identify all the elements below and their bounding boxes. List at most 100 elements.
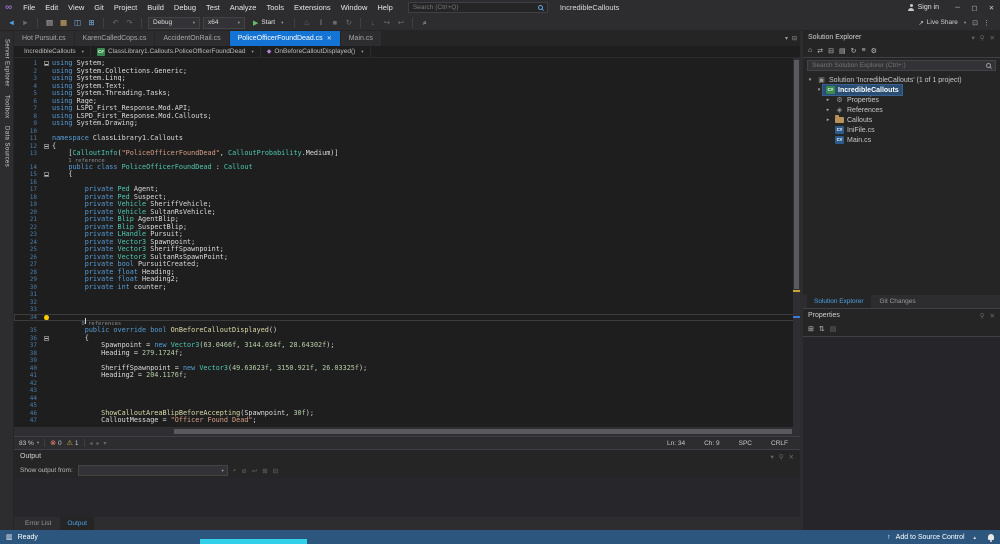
- quick-search-input[interactable]: [413, 4, 538, 11]
- show-all-files-icon[interactable]: ▤: [839, 47, 846, 55]
- breadcrumb-project[interactable]: IncredibleCallouts ▾: [18, 46, 91, 57]
- tab-main-cs[interactable]: Main.cs: [341, 31, 382, 46]
- lightbulb-icon[interactable]: [44, 315, 49, 320]
- expander-icon[interactable]: ▸: [824, 117, 832, 123]
- clear-all-icon[interactable]: ⊘: [241, 467, 246, 475]
- code-line[interactable]: 13 [CalloutInfo("PoliceOfficerFoundDead"…: [14, 150, 800, 158]
- pin-icon[interactable]: ⚲: [779, 453, 784, 461]
- error-count[interactable]: ⊗ 0: [50, 439, 62, 447]
- start-debugging-button[interactable]: ▶Start▾: [248, 17, 288, 29]
- warning-count[interactable]: ⚠ 1: [67, 439, 79, 447]
- tab-karencalledcops-cs[interactable]: KarenCalledCops.cs: [75, 31, 156, 46]
- alphabetical-icon[interactable]: ⇅: [819, 325, 825, 333]
- fold-marker[interactable]: [44, 336, 49, 341]
- minimize-button[interactable]: ─: [949, 0, 966, 15]
- close-icon[interactable]: ✕: [990, 312, 995, 320]
- back-icon[interactable]: ◄: [6, 18, 17, 27]
- menu-file[interactable]: File: [18, 3, 40, 12]
- breadcrumb-type[interactable]: C# ClassLibrary1.Callouts.PoliceOfficerF…: [91, 46, 261, 57]
- menu-build[interactable]: Build: [142, 3, 169, 12]
- menu-window[interactable]: Window: [336, 3, 373, 12]
- undo-icon[interactable]: ↶: [110, 18, 121, 27]
- tab-policeofficerfounddead-cs[interactable]: PoliceOfficerFoundDead.cs✕: [230, 31, 341, 46]
- new-file-icon[interactable]: ▤: [44, 18, 55, 27]
- code-line[interactable]: 3using System.Linq;: [14, 75, 800, 83]
- side-tab-server-explorer[interactable]: Server Explorer: [4, 39, 10, 87]
- platform-dropdown[interactable]: x64▾: [203, 17, 245, 29]
- menu-project[interactable]: Project: [109, 3, 142, 12]
- line-indicator[interactable]: Ln: 34: [660, 440, 692, 447]
- expander-icon[interactable]: ▾: [806, 77, 814, 83]
- save-all-icon[interactable]: ⊞: [86, 18, 97, 27]
- switch-views-icon[interactable]: ⇄: [817, 47, 823, 55]
- expander-icon[interactable]: ▸: [824, 107, 832, 113]
- menu-edit[interactable]: Edit: [40, 3, 63, 12]
- line-ending-indicator[interactable]: CRLF: [764, 440, 795, 447]
- code-line[interactable]: 31: [14, 291, 800, 299]
- active-files-dropdown-icon[interactable]: ▾: [785, 35, 788, 42]
- expand-all-icon[interactable]: ⊞: [262, 467, 267, 475]
- code-line[interactable]: 30 private int counter;: [14, 284, 800, 292]
- code-line[interactable]: 41 Heading2 = 204.1176f;: [14, 372, 800, 380]
- property-pages-icon[interactable]: ▤: [830, 325, 837, 333]
- code-line[interactable]: 2using System.Collections.Generic;: [14, 68, 800, 76]
- code-line[interactable]: 47 CalloutMessage = "Officer Found Dead"…: [14, 417, 800, 425]
- home-icon[interactable]: ⌂: [808, 47, 812, 54]
- tree-item[interactable]: ▸◈References: [803, 105, 1000, 115]
- save-icon[interactable]: ◫: [72, 18, 83, 27]
- tab-accidentonrail-cs[interactable]: AccidentOnRail.cs: [155, 31, 229, 46]
- menu-analyze[interactable]: Analyze: [225, 3, 262, 12]
- code-line[interactable]: 9using System.Drawing;: [14, 120, 800, 128]
- code-line[interactable]: 33: [14, 306, 800, 314]
- restart-icon[interactable]: ↻: [343, 18, 354, 27]
- break-all-icon[interactable]: ‖: [315, 18, 326, 27]
- tab-hot-pursuit-cs[interactable]: Hot Pursuit.cs: [14, 31, 75, 46]
- menu-view[interactable]: View: [63, 3, 89, 12]
- sign-in-button[interactable]: Sign in: [918, 4, 939, 11]
- find-in-files-icon[interactable]: ⌕: [419, 18, 430, 28]
- fold-marker[interactable]: [44, 172, 49, 177]
- vertical-scrollbar-thumb[interactable]: [794, 60, 799, 289]
- collapse-all-icon[interactable]: ⊟: [273, 467, 278, 475]
- output-content[interactable]: [14, 478, 800, 517]
- step-into-icon[interactable]: ↓: [367, 18, 378, 27]
- output-source-dropdown[interactable]: ▾: [78, 465, 228, 476]
- whitespace-indicator[interactable]: SPC: [732, 440, 759, 447]
- close-button[interactable]: ✕: [983, 0, 1000, 15]
- close-icon[interactable]: ✕: [789, 453, 794, 461]
- code-line[interactable]: 11namespace ClassLibrary1.Callouts: [14, 135, 800, 143]
- tree-item[interactable]: ▸Callouts: [803, 115, 1000, 125]
- tree-item[interactable]: ▸⚙Properties: [803, 95, 1000, 105]
- prev-issue-icon[interactable]: ◂: [90, 440, 93, 447]
- fold-marker[interactable]: [44, 144, 49, 149]
- menu-test[interactable]: Test: [201, 3, 225, 12]
- background-tasks-icon[interactable]: ▥: [6, 533, 13, 541]
- collapse-all-icon[interactable]: ⊟: [828, 47, 834, 55]
- configuration-dropdown[interactable]: Debug▾: [148, 17, 200, 29]
- se-search-input[interactable]: [812, 62, 986, 69]
- stop-icon[interactable]: ■: [329, 18, 340, 27]
- menu-tools[interactable]: Tools: [261, 3, 289, 12]
- feedback-icon[interactable]: ⊡: [972, 19, 978, 27]
- code-line[interactable]: 32: [14, 299, 800, 307]
- maximize-button[interactable]: ▢: [966, 0, 983, 15]
- close-icon[interactable]: ✕: [327, 35, 332, 42]
- breadcrumb-member[interactable]: ◆ OnBeforeCalloutDisplayed() ▾: [261, 46, 371, 57]
- menu-help[interactable]: Help: [372, 3, 397, 12]
- tree-item[interactable]: C#IniFile.cs: [803, 125, 1000, 135]
- tree-item[interactable]: ▾▣Solution 'IncredibleCallouts' (1 of 1 …: [803, 75, 1000, 85]
- forward-icon[interactable]: ►: [20, 18, 31, 27]
- issues-filter-icon[interactable]: ▾: [104, 440, 107, 447]
- column-indicator[interactable]: Ch: 9: [697, 440, 727, 447]
- horizontal-scrollbar[interactable]: [14, 427, 800, 436]
- tool-tab-error-list[interactable]: Error List: [18, 517, 58, 530]
- tool-tab-solution-explorer[interactable]: Solution Explorer: [807, 295, 871, 308]
- categorized-icon[interactable]: ⊞: [808, 325, 814, 333]
- wrap-icon[interactable]: ↩: [252, 467, 257, 475]
- side-tab-data-sources[interactable]: Data Sources: [4, 126, 10, 167]
- properties-icon[interactable]: ⚙: [871, 47, 877, 55]
- code-line[interactable]: 42: [14, 380, 800, 388]
- code-line[interactable]: 44: [14, 395, 800, 403]
- se-search-box[interactable]: [807, 60, 996, 71]
- code-editor[interactable]: 1using System;2using System.Collections.…: [14, 58, 800, 427]
